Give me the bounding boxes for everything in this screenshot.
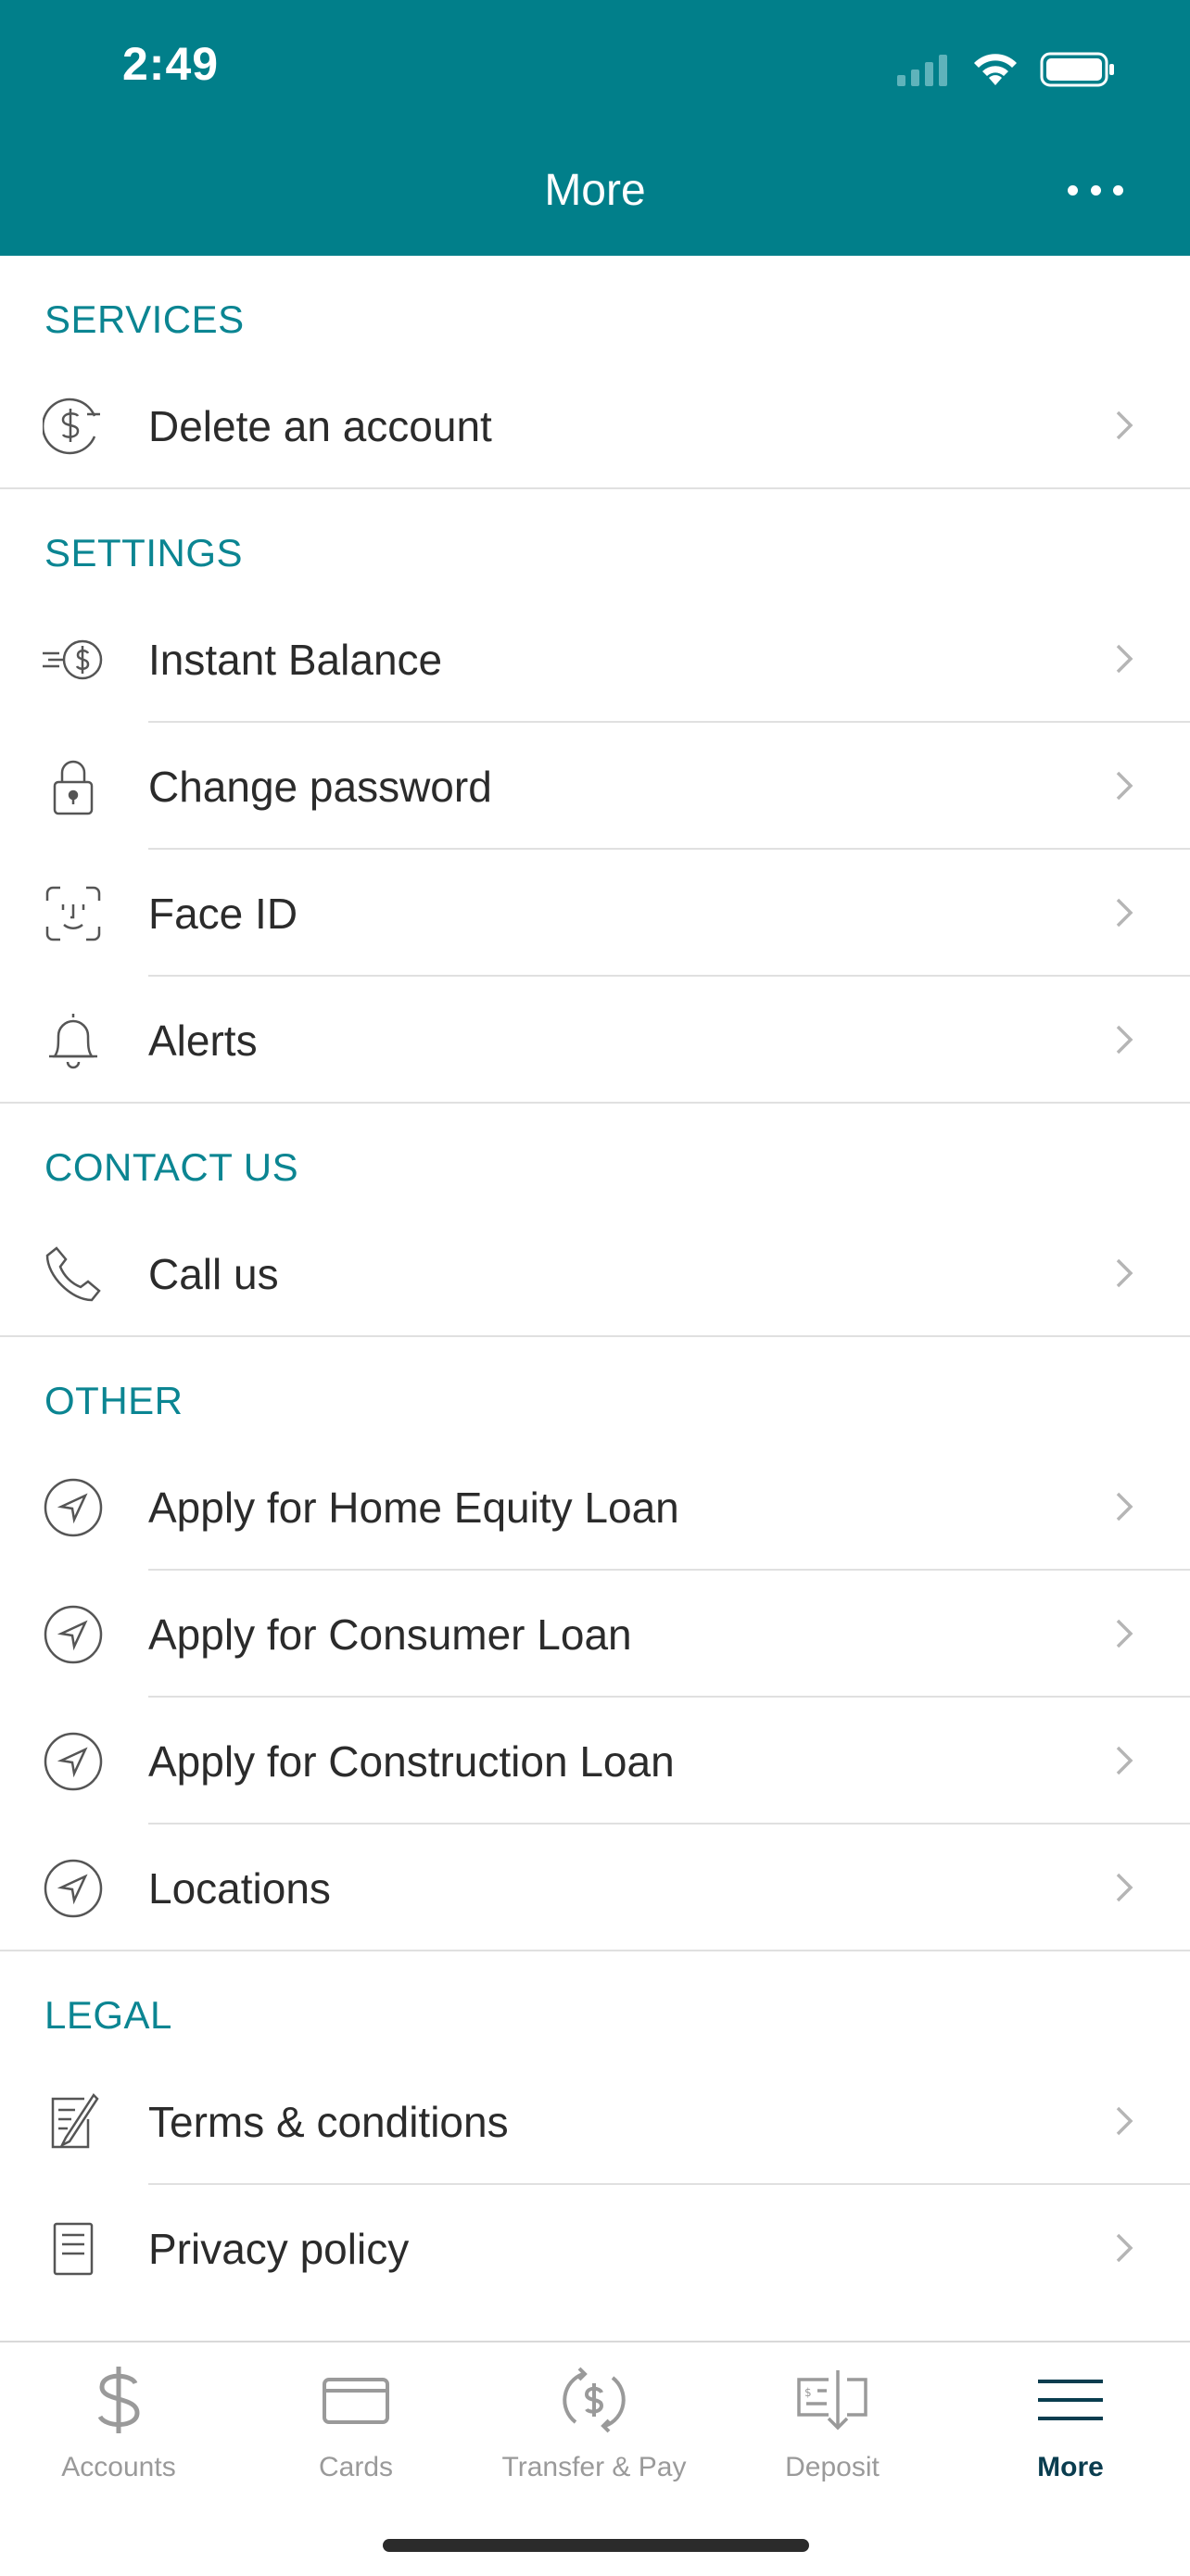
settings-list[interactable]: SERVICES Delete an account SETTINGS Inst… — [0, 256, 1190, 2341]
dot-icon — [1113, 184, 1123, 196]
battery-icon — [1040, 52, 1114, 87]
tab-cards[interactable]: Cards — [237, 2342, 475, 2491]
status-time: 2:49 — [122, 38, 220, 90]
row-construction-loan[interactable]: Apply for Construction Loan — [0, 1698, 1190, 1825]
row-label: Delete an account — [148, 401, 492, 450]
chevron-right-icon — [1116, 1746, 1133, 1775]
check-deposit-icon: $ — [791, 2363, 874, 2437]
dot-icon — [1090, 184, 1101, 196]
row-label: Face ID — [148, 889, 298, 938]
tab-more[interactable]: More — [952, 2342, 1189, 2491]
bell-icon — [41, 1008, 106, 1073]
transfer-icon — [552, 2363, 636, 2437]
navigation-arrow-icon — [41, 1729, 106, 1794]
tab-deposit[interactable]: $ Deposit — [714, 2342, 951, 2491]
lock-icon — [41, 754, 106, 819]
wifi-icon — [974, 54, 1017, 85]
row-alerts[interactable]: Alerts — [0, 977, 1190, 1104]
row-label: Locations — [148, 1863, 331, 1913]
row-label: Alerts — [148, 1016, 258, 1065]
row-label: Change password — [148, 762, 492, 811]
row-privacy-policy[interactable]: Privacy policy — [0, 2185, 1190, 2312]
menu-icon — [1029, 2363, 1112, 2437]
cellular-signal-icon — [897, 55, 947, 86]
tab-label: Transfer & Pay — [501, 2452, 687, 2482]
row-change-password[interactable]: Change password — [0, 723, 1190, 850]
row-label: Privacy policy — [148, 2224, 410, 2273]
row-call-us[interactable]: Call us — [0, 1210, 1190, 1337]
chevron-right-icon — [1116, 898, 1133, 928]
row-instant-balance[interactable]: Instant Balance — [0, 596, 1190, 723]
tab-accounts[interactable]: Accounts — [0, 2342, 237, 2491]
chevron-right-icon — [1116, 410, 1133, 440]
face-id-icon — [41, 881, 106, 946]
chevron-right-icon — [1116, 2233, 1133, 2263]
section-title-contact-us: CONTACT US — [44, 1145, 299, 1189]
app-header: 2:49 More — [0, 0, 1190, 256]
row-locations[interactable]: Locations — [0, 1825, 1190, 1951]
navigation-arrow-icon — [41, 1475, 106, 1540]
chevron-right-icon — [1116, 644, 1133, 674]
tab-label: Cards — [318, 2452, 394, 2482]
section-title-other: OTHER — [44, 1379, 184, 1422]
section-title-services: SERVICES — [44, 297, 245, 341]
row-label: Instant Balance — [148, 635, 443, 684]
chevron-right-icon — [1116, 1619, 1133, 1648]
dollar-icon — [77, 2363, 160, 2437]
instant-balance-icon — [41, 627, 106, 692]
row-label: Call us — [148, 1249, 279, 1298]
svg-text:$: $ — [804, 2386, 812, 2399]
divider — [0, 1950, 1190, 1951]
navigation-arrow-icon — [41, 1856, 106, 1921]
page-title: More — [544, 166, 646, 215]
row-label: Apply for Consumer Loan — [148, 1610, 632, 1659]
row-terms-conditions[interactable]: Terms & conditions — [0, 2058, 1190, 2185]
card-icon — [314, 2363, 398, 2437]
section-title-legal: LEGAL — [44, 1993, 172, 2037]
section-title-settings: SETTINGS — [44, 531, 244, 575]
tab-label: Deposit — [785, 2452, 880, 2482]
divider — [0, 1335, 1190, 1337]
row-delete-account[interactable]: Delete an account — [0, 362, 1190, 489]
divider — [0, 487, 1190, 489]
dollar-minus-icon — [41, 394, 106, 459]
status-icons — [895, 46, 1116, 93]
row-label: Apply for Home Equity Loan — [148, 1483, 679, 1532]
chevron-right-icon — [1116, 1873, 1133, 1902]
row-home-equity-loan[interactable]: Apply for Home Equity Loan — [0, 1444, 1190, 1571]
document-list-icon — [41, 2216, 106, 2281]
phone-icon — [41, 1242, 106, 1307]
tab-label: More — [1037, 2452, 1104, 2482]
row-label: Apply for Construction Loan — [148, 1736, 675, 1786]
more-options-button[interactable] — [1068, 176, 1123, 204]
row-consumer-loan[interactable]: Apply for Consumer Loan — [0, 1571, 1190, 1698]
tab-label: Accounts — [61, 2452, 176, 2482]
row-face-id[interactable]: Face ID — [0, 850, 1190, 977]
tab-transfer-pay[interactable]: Transfer & Pay — [475, 2342, 713, 2491]
dot-icon — [1068, 184, 1078, 196]
document-pen-icon — [41, 2090, 106, 2154]
chevron-right-icon — [1116, 1258, 1133, 1288]
chevron-right-icon — [1116, 1025, 1133, 1054]
chevron-right-icon — [1116, 771, 1133, 801]
chevron-right-icon — [1116, 1492, 1133, 1522]
navigation-arrow-icon — [41, 1602, 106, 1667]
home-indicator[interactable] — [383, 2539, 809, 2552]
row-label: Terms & conditions — [148, 2097, 509, 2146]
chevron-right-icon — [1116, 2106, 1133, 2136]
divider — [0, 1102, 1190, 1104]
